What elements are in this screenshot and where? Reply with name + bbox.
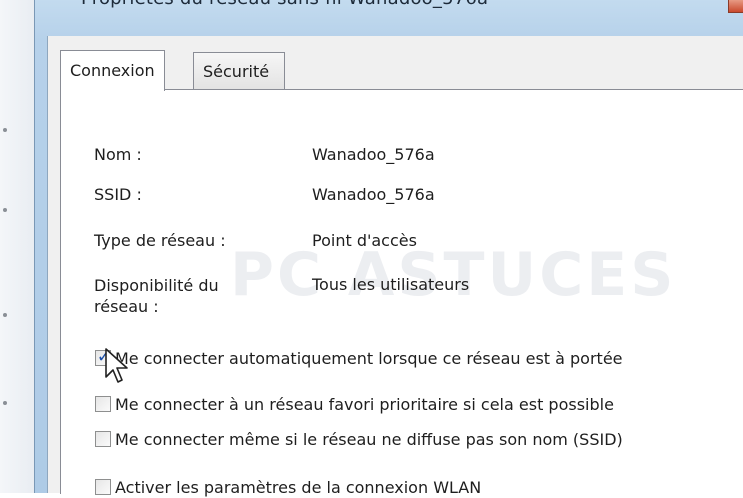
ssid-value: Wanadoo_576a xyxy=(312,185,435,204)
dialog-title: Propriétés du réseau sans fil Wanadoo_57… xyxy=(81,0,488,9)
name-value: Wanadoo_576a xyxy=(312,145,435,164)
network-type-value: Point d'accès xyxy=(312,231,417,250)
option-label: Activer les paramètres de la connexion W… xyxy=(115,477,482,497)
option-hidden-ssid[interactable]: Me connecter même si le réseau ne diffus… xyxy=(95,428,623,450)
availability-label: Disponibilité du réseau : xyxy=(94,276,219,316)
name-label: Nom : xyxy=(94,145,142,164)
preferred-network-checkbox[interactable] xyxy=(95,396,111,412)
window-edge-marker xyxy=(3,128,7,132)
mouse-pointer-icon xyxy=(105,348,128,383)
background-window xyxy=(0,0,35,493)
hidden-ssid-checkbox[interactable] xyxy=(95,431,111,447)
option-label: Me connecter à un réseau favori priorita… xyxy=(115,394,614,414)
ssid-label: SSID : xyxy=(94,185,142,204)
tab-connexion[interactable]: Connexion xyxy=(60,50,165,91)
window-edge-marker xyxy=(3,208,7,212)
option-label: Me connecter même si le réseau ne diffus… xyxy=(115,429,623,449)
window-edge-marker xyxy=(3,401,7,405)
option-label: Me connecter automatiquement lorsque ce … xyxy=(115,348,623,368)
window-edge-marker xyxy=(3,313,7,317)
network-type-label: Type de réseau : xyxy=(94,231,226,250)
availability-value: Tous les utilisateurs xyxy=(312,275,470,294)
option-auto-connect[interactable]: ✓ Me connecter automatiquement lorsque c… xyxy=(95,347,623,369)
option-preferred-network[interactable]: Me connecter à un réseau favori priorita… xyxy=(95,393,614,415)
option-wlan-settings[interactable]: Activer les paramètres de la connexion W… xyxy=(95,476,481,498)
close-button[interactable] xyxy=(728,0,743,13)
tab-securite[interactable]: Sécurité xyxy=(193,52,285,89)
